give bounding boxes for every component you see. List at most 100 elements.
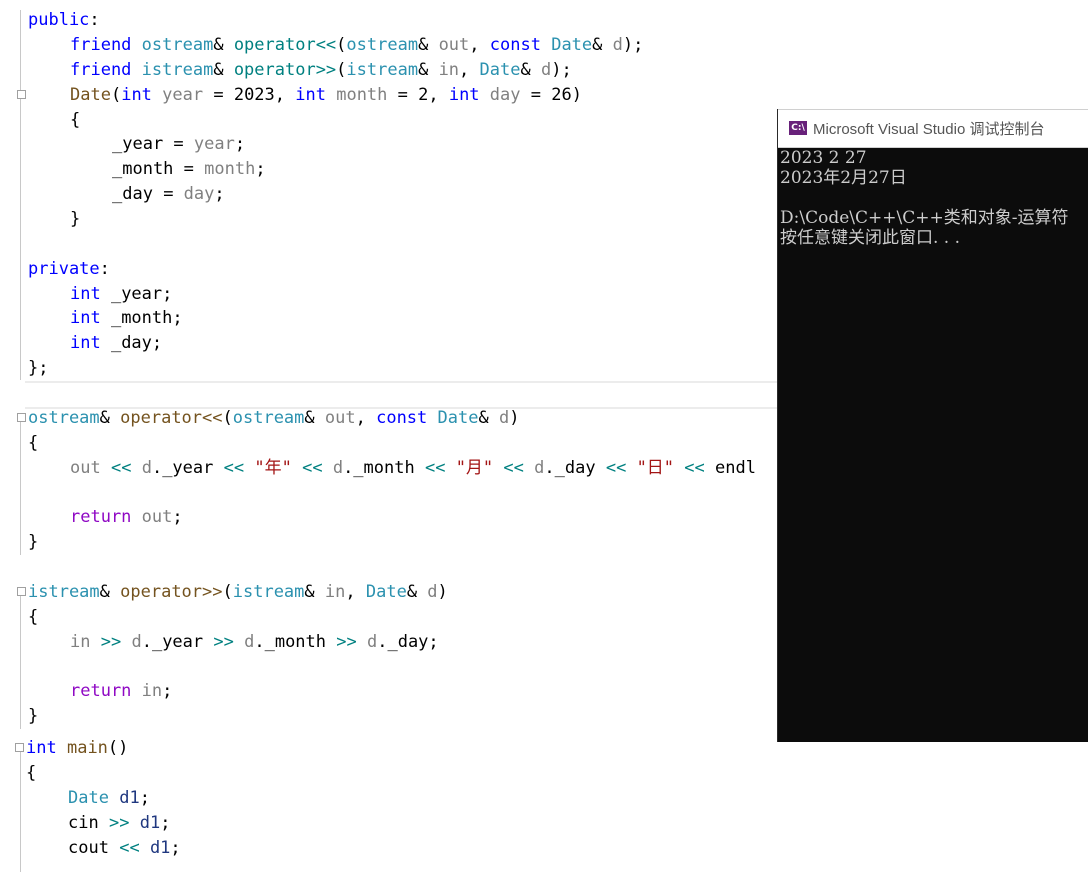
code-token: { — [26, 763, 37, 783]
code-line[interactable]: }; — [28, 356, 48, 381]
code-token: << — [424, 458, 446, 478]
console-app-icon: C:\ — [789, 121, 807, 135]
code-token: private — [28, 259, 100, 279]
code-line[interactable]: int main() — [26, 736, 128, 761]
code-token: << — [503, 458, 524, 478]
code-token: ostream — [346, 35, 419, 55]
code-token: int — [70, 284, 101, 304]
code-token: out — [438, 35, 470, 55]
code-token: ( — [336, 60, 347, 80]
code-token: & — [213, 35, 234, 55]
fold-marker[interactable] — [17, 413, 26, 422]
code-token: , — [345, 582, 366, 602]
code-line[interactable]: { — [28, 431, 38, 456]
code-token: "年" — [254, 458, 292, 478]
code-token: & — [478, 408, 499, 428]
code-line[interactable]: { — [70, 108, 80, 133]
code-token: Date — [479, 60, 521, 80]
debug-console-window[interactable]: C:\ Microsoft Visual Studio 调试控制台 2023 2… — [777, 109, 1088, 742]
code-line[interactable]: Date(int year = 2023, int month = 2, int… — [70, 83, 582, 108]
code-line[interactable]: friend istream& operator>>(istream& in, … — [70, 58, 572, 83]
code-line[interactable]: private: — [28, 257, 110, 282]
code-token: ( — [336, 35, 347, 55]
code-line[interactable]: return out; — [70, 505, 183, 530]
code-token: & — [418, 35, 439, 55]
code-line[interactable]: _month = month; — [112, 157, 266, 182]
code-token: ( — [222, 582, 233, 602]
code-token: ( — [222, 408, 233, 428]
code-token: _month; — [100, 308, 183, 328]
code-line[interactable]: out << d._year << "年" << d._month << "月"… — [70, 456, 756, 481]
code-token: << — [684, 458, 705, 478]
code-token: ; — [162, 681, 173, 701]
code-token: istream — [346, 60, 419, 80]
code-token: in — [438, 60, 460, 80]
code-token: operator<< — [233, 35, 337, 55]
code-token: & — [304, 408, 325, 428]
code-line[interactable]: in >> d._year >> d._month >> d._day; — [70, 630, 439, 655]
code-token: d1 — [119, 788, 140, 808]
code-line[interactable]: cout << d1; — [68, 836, 181, 861]
code-token: >> — [336, 632, 357, 652]
code-line[interactable]: int _year; — [70, 282, 172, 307]
code-line[interactable]: } — [28, 704, 38, 729]
code-line[interactable]: return in; — [70, 679, 172, 704]
code-token: : — [89, 10, 100, 30]
code-line[interactable]: _year = year; — [112, 132, 245, 157]
code-line[interactable]: int _day; — [70, 331, 162, 356]
code-token: in — [70, 632, 91, 652]
code-token: operator>> — [120, 582, 223, 602]
gutter-guide — [20, 594, 21, 729]
code-line[interactable]: { — [26, 761, 36, 786]
code-token: _day; — [100, 333, 163, 353]
code-token: d — [366, 632, 378, 652]
fold-marker[interactable] — [17, 90, 26, 99]
code-token: { — [28, 433, 39, 453]
code-token: in — [324, 582, 346, 602]
code-token: ; — [160, 813, 171, 833]
code-token: << — [605, 458, 627, 478]
code-line[interactable]: public: — [28, 8, 100, 33]
console-title-bar[interactable]: C:\ Microsoft Visual Studio 调试控制台 — [778, 109, 1088, 148]
code-token: & — [520, 60, 541, 80]
code-token: << — [119, 838, 140, 858]
code-line[interactable]: istream& operator>>(istream& in, Date& d… — [28, 580, 448, 605]
code-token: istream — [232, 582, 305, 602]
code-token: , — [469, 35, 490, 55]
fold-marker[interactable] — [15, 743, 24, 752]
code-token: & — [592, 35, 613, 55]
code-token: int — [26, 738, 57, 758]
code-token: { — [28, 607, 39, 627]
code-line[interactable]: cin >> d1; — [68, 811, 170, 836]
console-output-line: D:\Code\C++\C++类和对象-运算符 — [780, 208, 1069, 228]
code-line[interactable]: Date d1; — [68, 786, 150, 811]
code-token: ; — [255, 159, 266, 179]
code-token: } — [70, 209, 81, 229]
code-line[interactable]: } — [70, 207, 80, 232]
code-line[interactable]: } — [28, 530, 38, 555]
code-token: istream — [28, 582, 100, 602]
code-token: d — [131, 632, 142, 652]
code-token: & — [418, 60, 439, 80]
code-line[interactable]: _day = day; — [112, 182, 225, 207]
code-token: = 2023, — [203, 85, 296, 105]
fold-marker[interactable] — [17, 587, 26, 596]
code-token: & — [406, 582, 428, 602]
code-line[interactable]: friend ostream& operator<<(ostream& out,… — [70, 33, 643, 58]
code-line[interactable]: int _month; — [70, 306, 183, 331]
console-output-line: 2023 2 27 — [780, 148, 867, 168]
code-token: : — [99, 259, 110, 279]
code-line[interactable]: { — [28, 605, 38, 630]
code-line[interactable]: ostream& operator<<(ostream& out, const … — [28, 406, 519, 431]
code-token: cin — [68, 813, 99, 833]
